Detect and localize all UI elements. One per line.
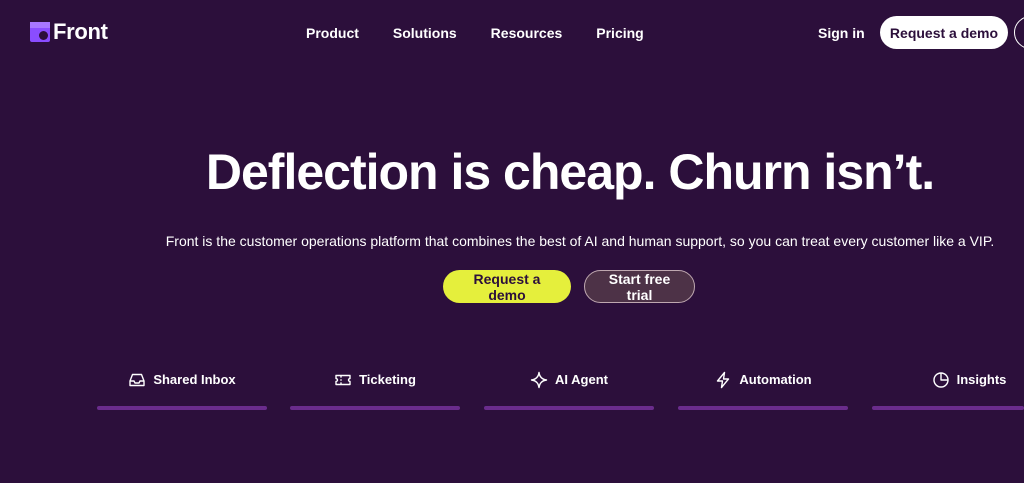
tab-insights[interactable]: Insights: [872, 370, 1024, 414]
tab-automation[interactable]: Automation: [678, 370, 848, 414]
tab-ticketing-content: Ticketing: [290, 370, 460, 390]
nav-solutions[interactable]: Solutions: [393, 24, 457, 42]
tab-automation-content: Automation: [678, 370, 848, 390]
tab-ai-agent-content: AI Agent: [484, 370, 654, 390]
header-request-demo-button[interactable]: Request a demo: [880, 16, 1008, 49]
ticket-icon: [335, 374, 351, 386]
sparkle-icon: [530, 371, 548, 389]
tab-shared-inbox-progress: [97, 406, 267, 410]
tab-ticketing-progress: [290, 406, 460, 410]
tab-ai-agent[interactable]: AI Agent: [484, 370, 654, 414]
tab-insights-progress: [872, 406, 1024, 410]
front-logo-icon: [30, 22, 50, 42]
hero-subtitle: Front is the customer operations platfor…: [165, 233, 995, 249]
tab-shared-inbox-content: Shared Inbox: [97, 370, 267, 390]
nav-product[interactable]: Product: [306, 24, 359, 42]
tab-ticketing[interactable]: Ticketing: [290, 370, 460, 414]
tab-shared-inbox-label: Shared Inbox: [153, 372, 236, 387]
pie-chart-icon: [932, 372, 949, 388]
page: Front Product Solutions Resources Pricin…: [0, 0, 1024, 483]
tab-automation-label: Automation: [739, 372, 812, 387]
header-menu-button[interactable]: [1014, 16, 1024, 49]
nav-pricing[interactable]: Pricing: [596, 24, 643, 42]
site-header: Front Product Solutions Resources Pricin…: [0, 0, 1024, 66]
hero-title: Deflection is cheap. Churn isn’t.: [205, 144, 935, 200]
nav-resources[interactable]: Resources: [491, 24, 563, 42]
tab-shared-inbox[interactable]: Shared Inbox: [97, 370, 267, 414]
request-demo-button[interactable]: Request a demo: [443, 270, 571, 303]
lightning-icon: [717, 371, 730, 389]
hero-cta-row: Request a demo Start free trial: [443, 270, 695, 303]
tab-insights-label: Insights: [956, 372, 1007, 387]
main-nav: Product Solutions Resources Pricing: [306, 24, 644, 42]
start-free-trial-button[interactable]: Start free trial: [584, 270, 695, 303]
tab-insights-content: Insights: [869, 370, 1024, 390]
sign-in-link[interactable]: Sign in: [818, 24, 865, 42]
tab-ticketing-label: Ticketing: [359, 372, 416, 387]
tab-automation-progress: [678, 406, 848, 410]
logo-text: Front: [53, 19, 108, 44]
inbox-icon: [129, 373, 146, 387]
front-logo[interactable]: Front: [30, 21, 108, 43]
tab-ai-agent-label: AI Agent: [555, 372, 608, 387]
tab-ai-agent-progress: [484, 406, 654, 410]
